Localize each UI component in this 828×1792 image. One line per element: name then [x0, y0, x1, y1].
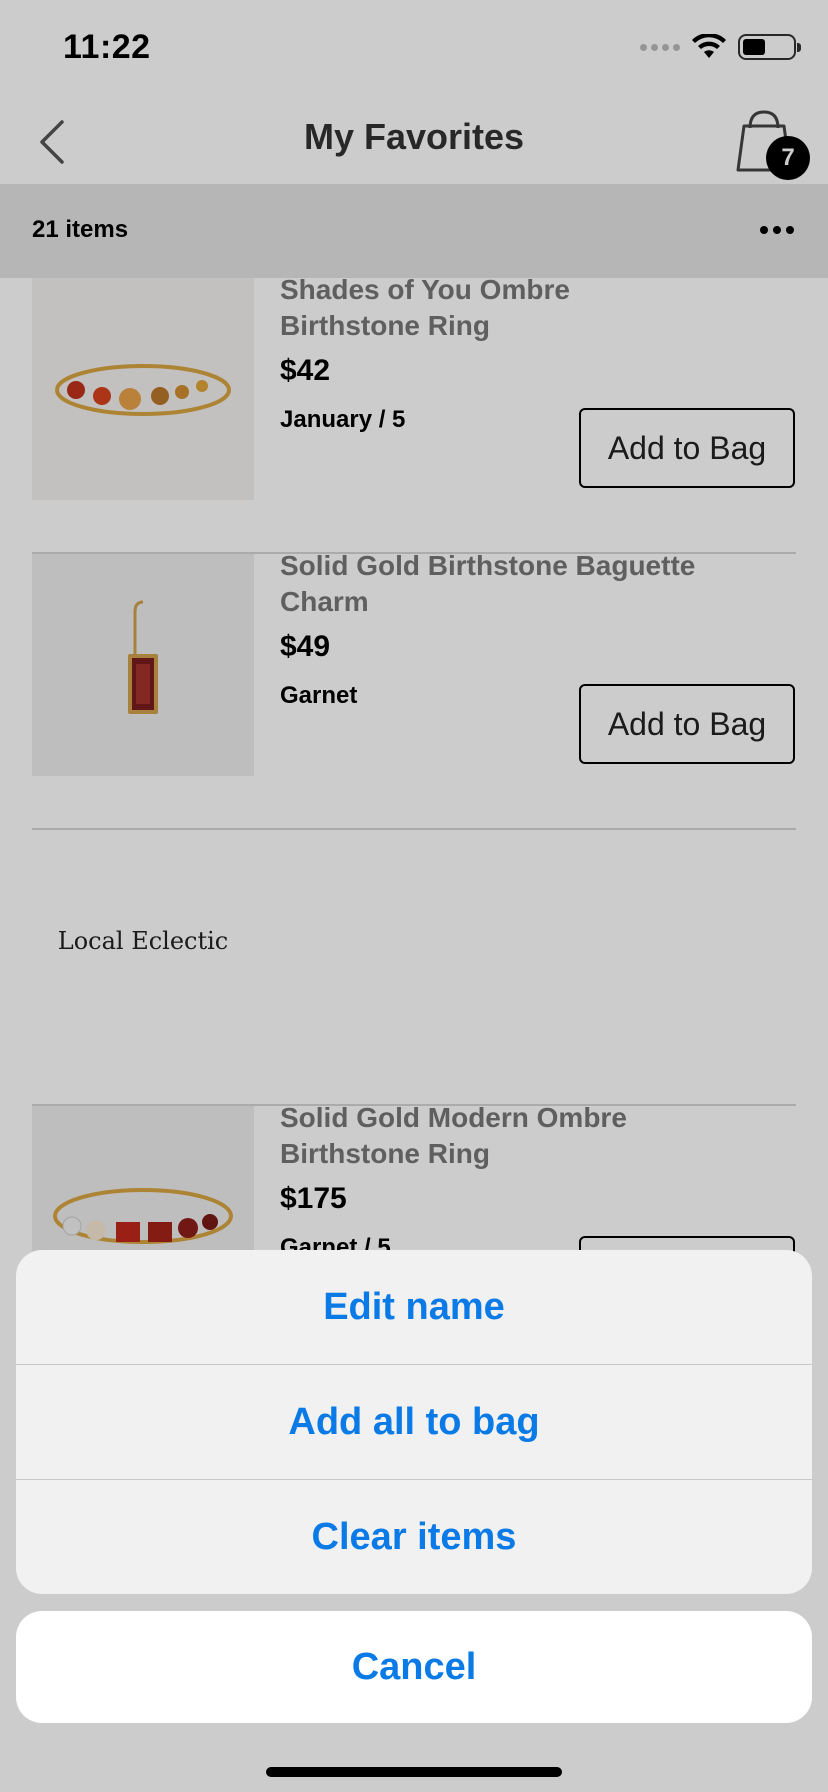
edit-name-option[interactable]: Edit name: [16, 1250, 812, 1364]
clear-items-option[interactable]: Clear items: [16, 1479, 812, 1594]
home-indicator[interactable]: [266, 1767, 562, 1777]
app-screen: 11:22 My Favorites 7 21 items Shades of …: [0, 0, 828, 1792]
add-all-to-bag-option[interactable]: Add all to bag: [16, 1364, 812, 1479]
cancel-button[interactable]: Cancel: [16, 1611, 812, 1723]
action-sheet: Edit name Add all to bag Clear items: [16, 1250, 812, 1594]
